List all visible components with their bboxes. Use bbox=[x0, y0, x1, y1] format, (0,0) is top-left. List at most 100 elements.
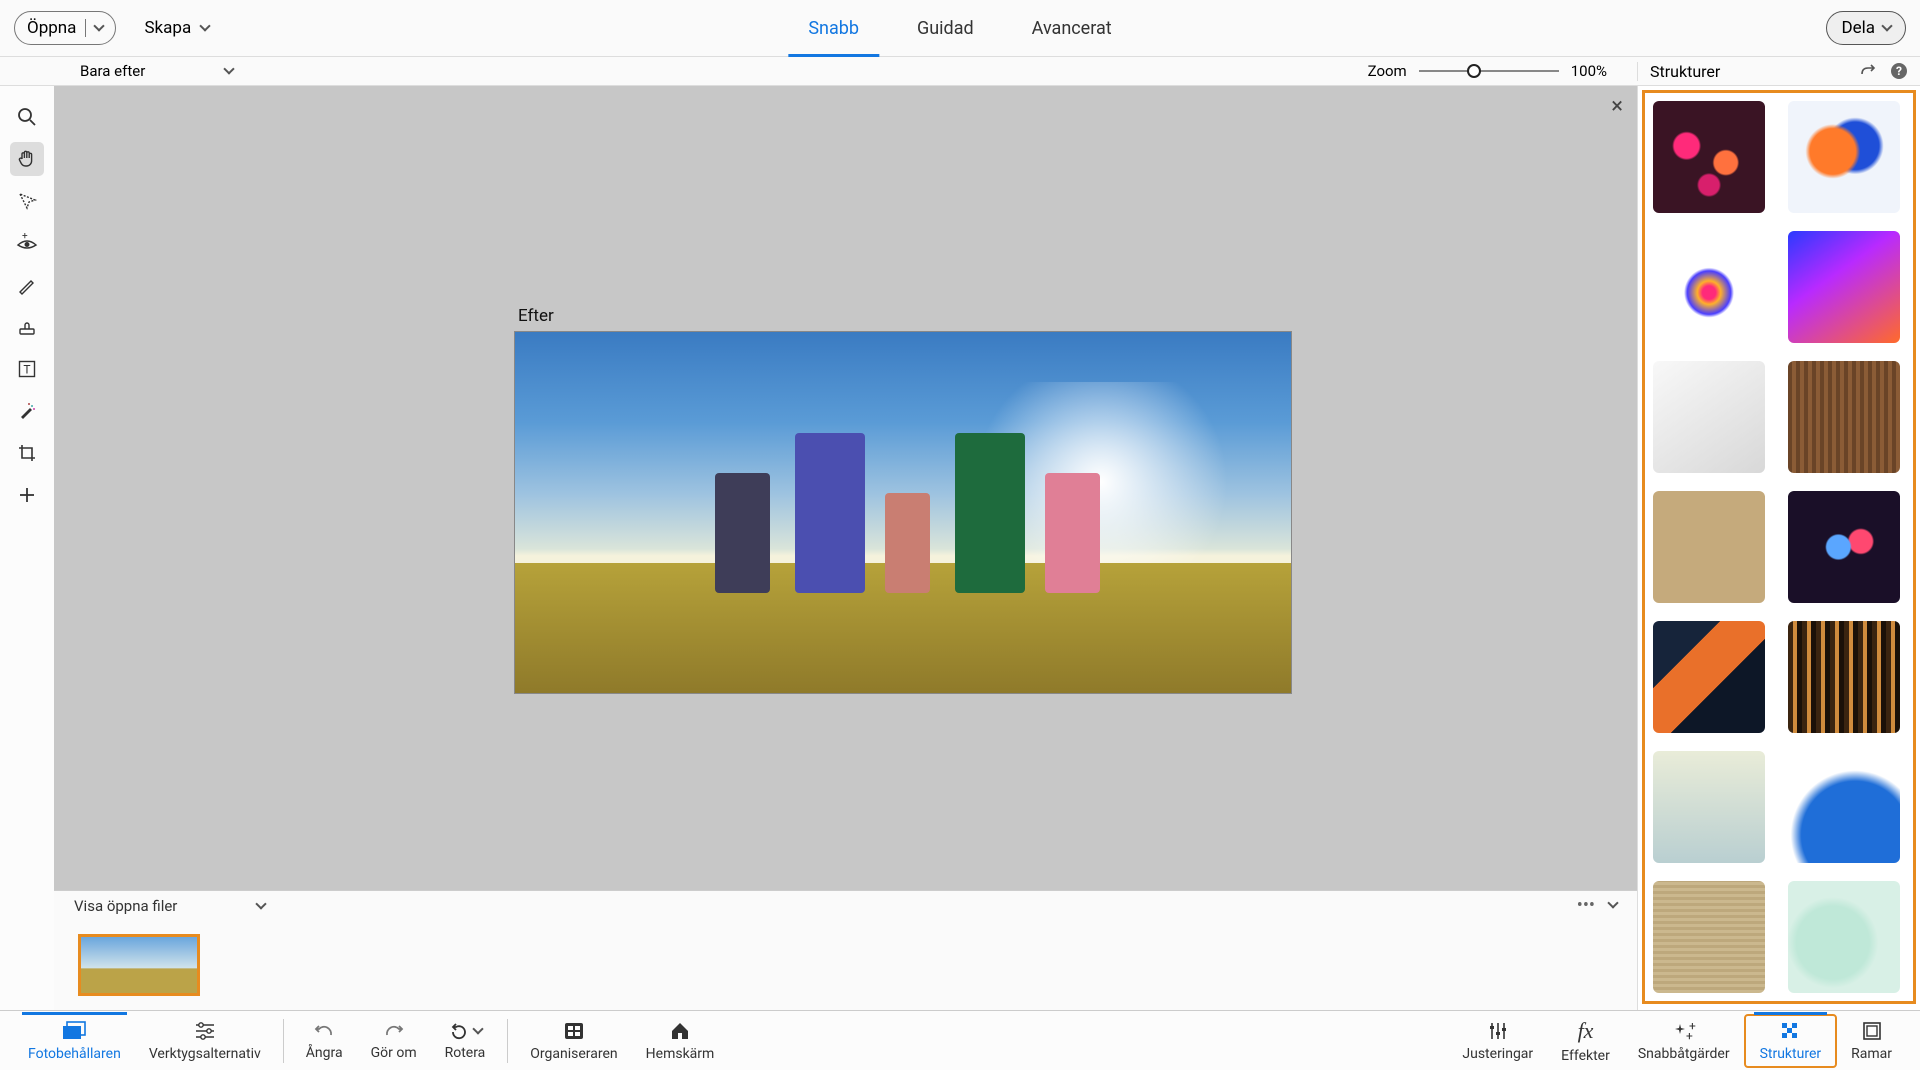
open-files-bar: Visa öppna filer ••• bbox=[54, 890, 1637, 920]
svg-text:+: + bbox=[1686, 1029, 1693, 1042]
texture-cloudy-paper[interactable] bbox=[1653, 751, 1765, 863]
undo-button[interactable]: Ångra bbox=[292, 1017, 357, 1065]
view-mode-dropdown[interactable]: Bara efter bbox=[80, 62, 233, 80]
reset-icon[interactable] bbox=[1860, 64, 1880, 78]
separator bbox=[85, 19, 86, 37]
text-tool[interactable]: T bbox=[10, 352, 44, 386]
panel-title: Strukturer bbox=[1650, 62, 1720, 81]
close-icon[interactable]: × bbox=[1611, 94, 1623, 119]
effects-button[interactable]: fx Effekter bbox=[1547, 1014, 1624, 1068]
texture-wood-slats[interactable] bbox=[1788, 621, 1900, 733]
crop-tool[interactable] bbox=[10, 436, 44, 470]
photo-figure bbox=[1045, 473, 1100, 593]
view-header: Bara efter Zoom 100% Strukturer ? bbox=[0, 56, 1920, 86]
tool-rail: + T bbox=[0, 86, 54, 1010]
svg-text:T: T bbox=[23, 363, 30, 377]
stamp-tool[interactable] bbox=[10, 310, 44, 344]
texture-burlap[interactable] bbox=[1653, 881, 1765, 993]
sliders-icon bbox=[193, 1020, 217, 1042]
photo-bin-button[interactable]: Fotobehållaren bbox=[14, 1016, 135, 1066]
tool-options-button[interactable]: Verktygsalternativ bbox=[135, 1016, 275, 1066]
open-button[interactable]: Öppna bbox=[14, 11, 116, 45]
more-icon[interactable]: ••• bbox=[1577, 895, 1595, 916]
chevron-down-icon bbox=[224, 63, 235, 74]
zoom-control: Zoom 100% bbox=[1368, 62, 1637, 80]
label: Fotobehållaren bbox=[28, 1046, 121, 1062]
bottom-bar: Fotobehållaren Verktygsalternativ Ångra … bbox=[0, 1010, 1920, 1070]
rotate-button[interactable]: Rotera bbox=[431, 1017, 500, 1065]
open-label: Öppna bbox=[27, 18, 76, 38]
label: Ramar bbox=[1851, 1046, 1892, 1062]
photo-canvas[interactable] bbox=[514, 331, 1292, 694]
home-icon bbox=[669, 1020, 691, 1042]
open-files-dropdown[interactable]: Visa öppna filer bbox=[74, 897, 265, 915]
texture-blue-crystal[interactable] bbox=[1788, 751, 1900, 863]
tab-quick[interactable]: Snabb bbox=[804, 0, 863, 57]
texture-gradient-sunset[interactable] bbox=[1788, 231, 1900, 343]
create-label: Skapa bbox=[144, 18, 191, 38]
fx-icon: fx bbox=[1578, 1018, 1594, 1044]
redo-button[interactable]: Gör om bbox=[357, 1017, 431, 1065]
open-files-label: Visa öppna filer bbox=[74, 897, 177, 915]
work-area: + T × Efter bbox=[0, 86, 1920, 1010]
label: Rotera bbox=[445, 1045, 486, 1061]
zoom-slider-thumb[interactable] bbox=[1467, 64, 1481, 78]
organizer-button[interactable]: Organiseraren bbox=[516, 1016, 631, 1066]
canvas-area: × Efter Visa öppna filer ••• bbox=[54, 86, 1637, 1010]
texture-bokeh-lights[interactable] bbox=[1788, 491, 1900, 603]
actions-button[interactable]: ++ Snabbåtgärder bbox=[1624, 1016, 1744, 1066]
move-tool[interactable] bbox=[10, 478, 44, 512]
top-bar: Öppna Skapa Snabb Guidad Avancerat Dela bbox=[0, 0, 1920, 56]
svg-text:?: ? bbox=[1896, 64, 1902, 78]
textures-panel-header: Strukturer ? bbox=[1637, 62, 1920, 81]
create-menu[interactable]: Skapa bbox=[144, 18, 209, 38]
share-button[interactable]: Dela bbox=[1826, 11, 1906, 45]
texture-ink-clouds[interactable] bbox=[1788, 101, 1900, 213]
texture-wood-grain[interactable] bbox=[1788, 361, 1900, 473]
divider bbox=[283, 1019, 284, 1063]
redo-icon bbox=[383, 1021, 405, 1041]
quick-select-tool[interactable] bbox=[10, 184, 44, 218]
textures-grid bbox=[1642, 90, 1916, 1004]
chevron-down-icon bbox=[472, 1023, 483, 1034]
whiten-tool[interactable] bbox=[10, 268, 44, 302]
eye-tool[interactable]: + bbox=[10, 226, 44, 260]
label: Hemskärm bbox=[646, 1046, 715, 1062]
frames-button[interactable]: Ramar bbox=[1837, 1016, 1906, 1066]
label: Organiseraren bbox=[530, 1046, 617, 1062]
label: Strukturer bbox=[1760, 1046, 1822, 1062]
texture-bokeh-hearts[interactable] bbox=[1653, 101, 1765, 213]
view-mode-label: Bara efter bbox=[80, 62, 145, 80]
spot-heal-tool[interactable] bbox=[10, 394, 44, 428]
label: Verktygsalternativ bbox=[149, 1046, 261, 1062]
rotate-icon bbox=[448, 1021, 482, 1041]
textures-button[interactable]: Strukturer bbox=[1744, 1014, 1838, 1068]
help-icon[interactable]: ? bbox=[1890, 62, 1908, 80]
chevron-down-icon bbox=[256, 898, 267, 909]
file-thumbnail[interactable] bbox=[78, 934, 200, 996]
texture-kraft-paper[interactable] bbox=[1653, 491, 1765, 603]
texture-color-splash[interactable] bbox=[1653, 231, 1765, 343]
texture-light-streaks[interactable] bbox=[1653, 361, 1765, 473]
zoom-slider[interactable] bbox=[1419, 70, 1559, 72]
label: Ångra bbox=[306, 1045, 343, 1061]
tab-advanced[interactable]: Avancerat bbox=[1028, 0, 1116, 57]
chevron-down-icon bbox=[94, 20, 105, 31]
chevron-down-icon bbox=[200, 20, 211, 31]
photo-figure bbox=[795, 433, 865, 593]
chevron-down-icon[interactable] bbox=[1607, 897, 1618, 908]
sparkle-plus-icon: ++ bbox=[1672, 1020, 1696, 1042]
checker-icon bbox=[1779, 1020, 1801, 1042]
texture-geometric-triangles[interactable] bbox=[1653, 621, 1765, 733]
divider bbox=[507, 1019, 508, 1063]
hand-tool[interactable] bbox=[10, 142, 44, 176]
adjustments-button[interactable]: Justeringar bbox=[1448, 1016, 1547, 1066]
photo-figure bbox=[955, 433, 1025, 593]
texture-mint-pattern[interactable] bbox=[1788, 881, 1900, 993]
label: Justeringar bbox=[1462, 1046, 1533, 1062]
home-button[interactable]: Hemskärm bbox=[632, 1016, 729, 1066]
canvas-viewport[interactable]: × Efter bbox=[54, 86, 1637, 890]
tab-guided[interactable]: Guidad bbox=[913, 0, 978, 57]
thumbnail-bar bbox=[54, 920, 1637, 1010]
zoom-tool[interactable] bbox=[10, 100, 44, 134]
